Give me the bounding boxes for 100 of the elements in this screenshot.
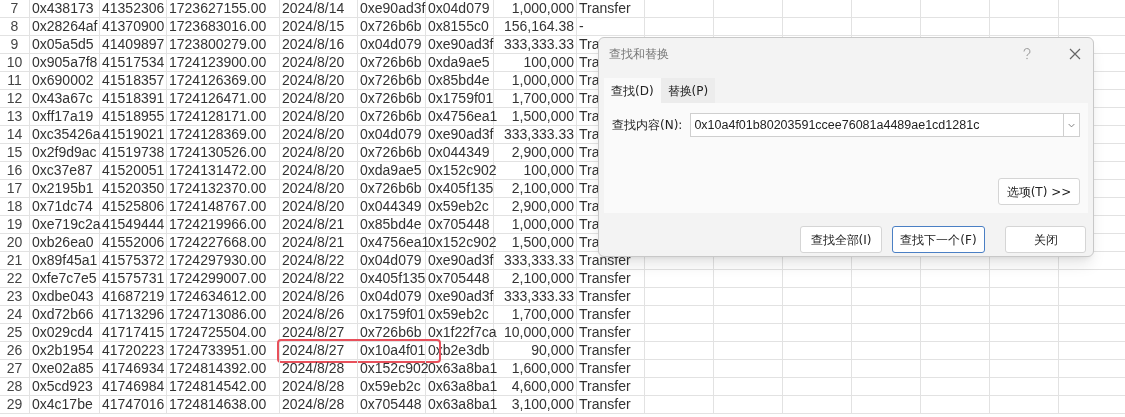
table-cell: Transfer xyxy=(577,360,645,378)
table-cell: 41518357 xyxy=(100,72,167,90)
table-cell: 0x044349 xyxy=(426,144,494,162)
table-cell: 1724713086.00 xyxy=(167,306,280,324)
table-cell: 0x726b6b xyxy=(358,90,426,108)
help-icon[interactable] xyxy=(1023,48,1031,60)
empty-cell xyxy=(921,378,990,396)
row-header: 19 xyxy=(0,216,30,234)
table-cell: 1724132370.00 xyxy=(167,180,280,198)
empty-cell xyxy=(921,270,990,288)
empty-cell xyxy=(783,378,852,396)
table-cell: 41746984 xyxy=(100,378,167,396)
table-cell: 41720223 xyxy=(100,342,167,360)
row-header: 7 xyxy=(0,0,30,18)
dialog-tab[interactable]: 替换(P) xyxy=(660,78,716,103)
table-cell: 333,333.33 xyxy=(494,36,577,54)
row-header: 21 xyxy=(0,252,30,270)
table-cell: 41747016 xyxy=(100,396,167,414)
table-cell: 2024/8/20 xyxy=(280,198,358,216)
table-cell: 333,333.33 xyxy=(494,288,577,306)
close-icon[interactable] xyxy=(1069,48,1081,60)
table-cell: 0x59eb2c xyxy=(426,198,494,216)
empty-cell xyxy=(852,270,921,288)
table-cell: 1724814638.00 xyxy=(167,396,280,414)
table-cell: 0x1759f01 xyxy=(426,90,494,108)
row-header: 8 xyxy=(0,18,30,36)
table-cell: 2024/8/26 xyxy=(280,306,358,324)
table-cell: 1,000,000 xyxy=(494,216,577,234)
empty-cell xyxy=(645,270,714,288)
table-cell: 2024/8/20 xyxy=(280,108,358,126)
dialog-tab[interactable]: 查找(D) xyxy=(604,78,661,103)
table-cell: 1724227668.00 xyxy=(167,234,280,252)
row-header: 14 xyxy=(0,126,30,144)
empty-cell xyxy=(714,306,783,324)
empty-cell xyxy=(852,288,921,306)
table-cell: 1724219966.00 xyxy=(167,216,280,234)
empty-cell xyxy=(783,18,852,36)
empty-cell xyxy=(852,396,921,414)
table-cell: 2024/8/14 xyxy=(280,0,358,18)
table-cell: Transfer xyxy=(577,396,645,414)
dialog-button[interactable]: 关闭 xyxy=(1005,226,1086,253)
table-cell: 0x71dc74 xyxy=(30,198,100,216)
table-cell: 0x04d079 xyxy=(358,36,426,54)
table-cell: 1723683016.00 xyxy=(167,18,280,36)
table-cell: 2024/8/28 xyxy=(280,378,358,396)
table-cell: 0xda9ae5 xyxy=(358,162,426,180)
row-header: 18 xyxy=(0,198,30,216)
table-cell: 41518955 xyxy=(100,108,167,126)
table-cell: 2024/8/26 xyxy=(280,288,358,306)
table-cell: 1724131472.00 xyxy=(167,162,280,180)
table-cell: 2024/8/28 xyxy=(280,396,358,414)
empty-cell xyxy=(645,324,714,342)
table-cell: 2024/8/20 xyxy=(280,72,358,90)
table-cell: 156,164.38 xyxy=(494,18,577,36)
row-header: 23 xyxy=(0,288,30,306)
find-field[interactable]: 0x10a4f01b80203591ccee76081a4489ae1cd1281c xyxy=(690,113,1080,137)
empty-cell xyxy=(645,18,714,36)
table-cell: 0x405f135 xyxy=(426,180,494,198)
table-cell: 0xe90ad3f xyxy=(426,252,494,270)
table-cell: 2024/8/21 xyxy=(280,234,358,252)
table-cell: 2024/8/16 xyxy=(280,36,358,54)
table-cell: 0x1759f01 xyxy=(358,306,426,324)
table-cell: 0x89f45a1 xyxy=(30,252,100,270)
table-cell: 41525806 xyxy=(100,198,167,216)
row-header: 10 xyxy=(0,54,30,72)
table-cell: 2024/8/20 xyxy=(280,90,358,108)
table-cell: 2024/8/20 xyxy=(280,162,358,180)
table-cell: 90,000 xyxy=(494,342,577,360)
table-cell: 1724123900.00 xyxy=(167,54,280,72)
empty-cell xyxy=(645,396,714,414)
table-cell: Transfer xyxy=(577,378,645,396)
table-cell: 41518391 xyxy=(100,90,167,108)
row-header: 28 xyxy=(0,378,30,396)
table-cell: 41552006 xyxy=(100,234,167,252)
empty-cell xyxy=(921,288,990,306)
table-cell: Transfer xyxy=(577,324,645,342)
empty-cell xyxy=(783,342,852,360)
table-cell: 1724299007.00 xyxy=(167,270,280,288)
empty-cell xyxy=(921,342,990,360)
table-cell: 41370900 xyxy=(100,18,167,36)
dialog-button[interactable]: 查找全部(I) xyxy=(800,226,882,253)
table-cell: 0x905a7f8 xyxy=(30,54,100,72)
table-cell: 2,100,000 xyxy=(494,180,577,198)
table-cell: 0x2b1954 xyxy=(30,342,100,360)
options-button[interactable]: 选项(T) >> xyxy=(998,178,1080,205)
table-cell: 1724126369.00 xyxy=(167,72,280,90)
dialog-button[interactable]: 查找下一个(F) xyxy=(892,226,985,253)
empty-cell xyxy=(852,18,921,36)
empty-cell xyxy=(714,18,783,36)
table-cell: 0x438173 xyxy=(30,0,100,18)
empty-cell xyxy=(852,0,921,18)
table-cell: 0xfe7c7e5 xyxy=(30,270,100,288)
empty-cell xyxy=(921,324,990,342)
empty-cell xyxy=(921,306,990,324)
table-cell: Transfer xyxy=(577,288,645,306)
table-cell: 0xe90ad3f xyxy=(358,0,426,18)
table-cell: 0xc35426a xyxy=(30,126,100,144)
table-cell: Transfer xyxy=(577,342,645,360)
empty-cell xyxy=(783,0,852,18)
empty-cell xyxy=(852,342,921,360)
